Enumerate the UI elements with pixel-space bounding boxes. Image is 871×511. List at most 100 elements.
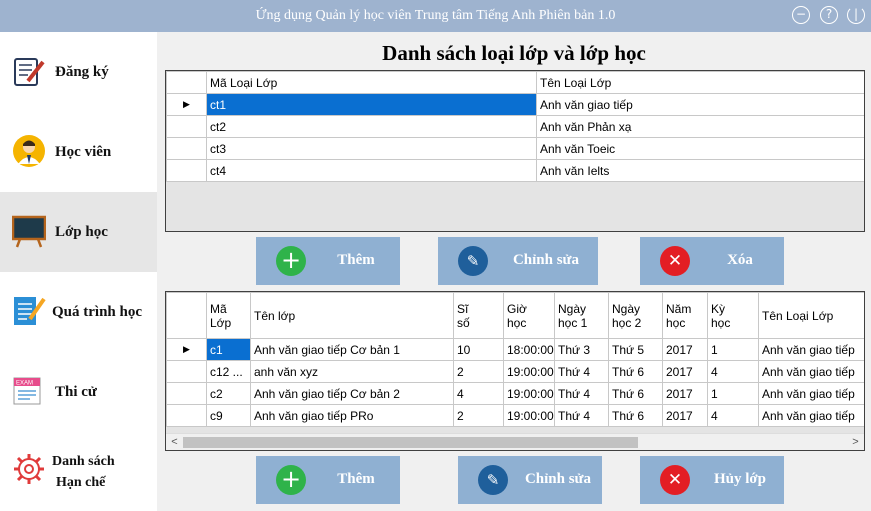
sidebar-item-label-line1: Danh sách — [52, 454, 115, 469]
chalkboard-icon — [12, 215, 46, 248]
exam-paper-icon: EXAM — [13, 377, 41, 405]
grid-cell[interactable]: 1 — [707, 382, 759, 405]
grid-cell[interactable]: ct2 — [206, 115, 537, 138]
grid-cell[interactable]: Thứ 4 — [554, 382, 609, 405]
grid-cell[interactable]: c9 — [206, 404, 251, 427]
edit-class-type-button[interactable]: ✎ Chỉnh sửa — [438, 237, 598, 285]
grid-cell[interactable]: 2017 — [662, 382, 708, 405]
column-header[interactable]: Tên Loại Lớp — [536, 71, 864, 94]
sidebar-item-learning-progress[interactable]: Quá trình học — [0, 272, 157, 352]
add-class-button[interactable]: + Thêm — [256, 456, 400, 504]
column-header-term[interactable]: Kỳ học — [707, 292, 759, 339]
grid-cell[interactable]: 2 — [453, 360, 504, 383]
grid-cell[interactable]: 2017 — [662, 338, 708, 361]
grid-cell[interactable]: c1 — [206, 338, 251, 361]
column-header-class-id[interactable]: Mã Lớp — [206, 292, 251, 339]
grid-cell[interactable]: Anh văn giao tiếp Cơ bản 1 — [250, 338, 454, 361]
grid-cell[interactable]: 2017 — [662, 404, 708, 427]
horizontal-scrollbar[interactable]: < > — [166, 433, 864, 450]
row-header[interactable] — [166, 382, 207, 405]
grid-cell[interactable]: Anh văn giao tiếp — [758, 404, 864, 427]
grid-cell[interactable]: 2 — [453, 404, 504, 427]
grid-cell[interactable]: Thứ 6 — [608, 404, 663, 427]
current-row-indicator[interactable]: ▶ — [166, 338, 207, 361]
grid-cell[interactable]: Thứ 3 — [554, 338, 609, 361]
row-header[interactable] — [166, 360, 207, 383]
title-bar: Ứng dụng Quản lý học viên Trung tâm Tiến… — [0, 0, 871, 32]
grid-cell[interactable]: 4 — [453, 382, 504, 405]
grid-cell[interactable]: 2017 — [662, 360, 708, 383]
minimize-icon[interactable]: − — [792, 6, 810, 24]
sidebar-item-label: Học viên — [55, 144, 112, 160]
row-header[interactable] — [166, 159, 207, 182]
current-row-indicator[interactable]: ▶ — [166, 93, 207, 116]
grid-cell[interactable]: Anh văn giao tiếp — [758, 338, 864, 361]
scroll-left-icon[interactable]: < — [166, 434, 183, 450]
grid-cell[interactable]: Anh văn giao tiếp — [758, 382, 864, 405]
grid-cell[interactable]: ct1 — [206, 93, 537, 116]
sidebar-item-label: Thi cử — [55, 384, 97, 400]
table-row[interactable]: ▶ c1 Anh văn giao tiếp Cơ bản 1 10 18:00… — [166, 338, 864, 361]
close-icon: ✕ — [660, 465, 690, 495]
grid-cell[interactable]: 19:00:00 — [503, 360, 555, 383]
grid-cell[interactable]: Anh văn Ielts — [536, 159, 864, 182]
grid-cell[interactable]: Thứ 5 — [608, 338, 663, 361]
grid-cell[interactable]: 4 — [707, 360, 759, 383]
grid-cell[interactable]: 18:00:00 — [503, 338, 555, 361]
column-header-day2[interactable]: Ngày học 2 — [608, 292, 663, 339]
sidebar-item-restricted-list[interactable]: Danh sách Hạn chế — [0, 432, 157, 511]
button-label: Thêm — [337, 252, 375, 268]
column-header-size[interactable]: Sĩ số — [453, 292, 504, 339]
grid-cell[interactable]: Anh văn giao tiếp — [758, 360, 864, 383]
scroll-right-icon[interactable]: > — [847, 434, 864, 450]
sidebar-item-register[interactable]: Đăng ký — [0, 32, 157, 112]
table-row[interactable]: c12 ... anh văn xyz 2 19:00:00 Thứ 4 Thứ… — [166, 360, 864, 383]
class-types-grid[interactable]: Mã Loại Lớp Tên Loại Lớp ▶ ct1 Anh văn g… — [165, 70, 865, 232]
column-header-year[interactable]: Năm học — [662, 292, 708, 339]
grid-cell[interactable]: 4 — [707, 404, 759, 427]
grid-cell[interactable]: 1 — [707, 338, 759, 361]
row-header[interactable] — [166, 115, 207, 138]
column-header-day1[interactable]: Ngày học 1 — [554, 292, 609, 339]
grid-cell[interactable]: Anh văn Toeic — [536, 137, 864, 160]
column-header[interactable]: Mã Loại Lớp — [206, 71, 537, 94]
column-header-class-name[interactable]: Tên lớp — [250, 292, 454, 339]
grid-cell[interactable]: ct4 — [206, 159, 537, 182]
grid-cell[interactable]: Thứ 4 — [554, 360, 609, 383]
grid-cell[interactable]: Anh văn Phản xạ — [536, 115, 864, 138]
cancel-class-button[interactable]: ✕ Hủy lớp — [640, 456, 784, 504]
sidebar-item-students[interactable]: Học viên — [0, 112, 157, 192]
grid-cell[interactable]: c2 — [206, 382, 251, 405]
edit-class-button[interactable]: ✎ Chỉnh sửa — [458, 456, 602, 504]
sidebar-item-exams[interactable]: EXAM Thi cử — [0, 352, 157, 432]
grid-cell[interactable]: 19:00:00 — [503, 404, 555, 427]
add-class-type-button[interactable]: + Thêm — [256, 237, 400, 285]
button-label: Chỉnh sửa — [512, 252, 580, 268]
row-header[interactable] — [166, 404, 207, 427]
grid-cell[interactable]: Anh văn giao tiếp Cơ bản 2 — [250, 382, 454, 405]
classes-grid[interactable]: Mã Lớp Tên lớp Sĩ số Giờ học Ngày học 1 Ngày… — [165, 291, 865, 451]
grid-cell[interactable]: Anh văn giao tiếp — [536, 93, 864, 116]
grid-cell[interactable]: ct3 — [206, 137, 537, 160]
row-header[interactable] — [166, 137, 207, 160]
grid-cell[interactable]: 10 — [453, 338, 504, 361]
column-header-time[interactable]: Giờ học — [503, 292, 555, 339]
grid-cell[interactable]: Thứ 6 — [608, 360, 663, 383]
button-label: Hủy lớp — [713, 471, 767, 487]
column-header-class-type[interactable]: Tên Loại Lớp — [758, 292, 864, 339]
grid-cell[interactable]: Thứ 4 — [554, 404, 609, 427]
scrollbar-thumb[interactable] — [183, 437, 638, 448]
grid-cell[interactable]: Thứ 6 — [608, 382, 663, 405]
close-icon: ✕ — [660, 246, 690, 276]
grid-cell[interactable]: anh văn xyz — [250, 360, 454, 383]
table-row[interactable]: c9 Anh văn giao tiếp PRo 2 19:00:00 Thứ … — [166, 404, 864, 427]
grid-cell[interactable]: c12 ... — [206, 360, 251, 383]
delete-class-type-button[interactable]: ✕ Xóa — [640, 237, 784, 285]
sidebar-item-classes[interactable]: Lớp học — [0, 192, 157, 272]
help-icon[interactable]: ? — [820, 6, 838, 24]
table-row[interactable]: c2 Anh văn giao tiếp Cơ bản 2 4 19:00:00… — [166, 382, 864, 405]
power-icon[interactable]: | — [847, 6, 865, 24]
student-avatar-icon — [13, 135, 45, 167]
grid-cell[interactable]: Anh văn giao tiếp PRo — [250, 404, 454, 427]
grid-cell[interactable]: 19:00:00 — [503, 382, 555, 405]
